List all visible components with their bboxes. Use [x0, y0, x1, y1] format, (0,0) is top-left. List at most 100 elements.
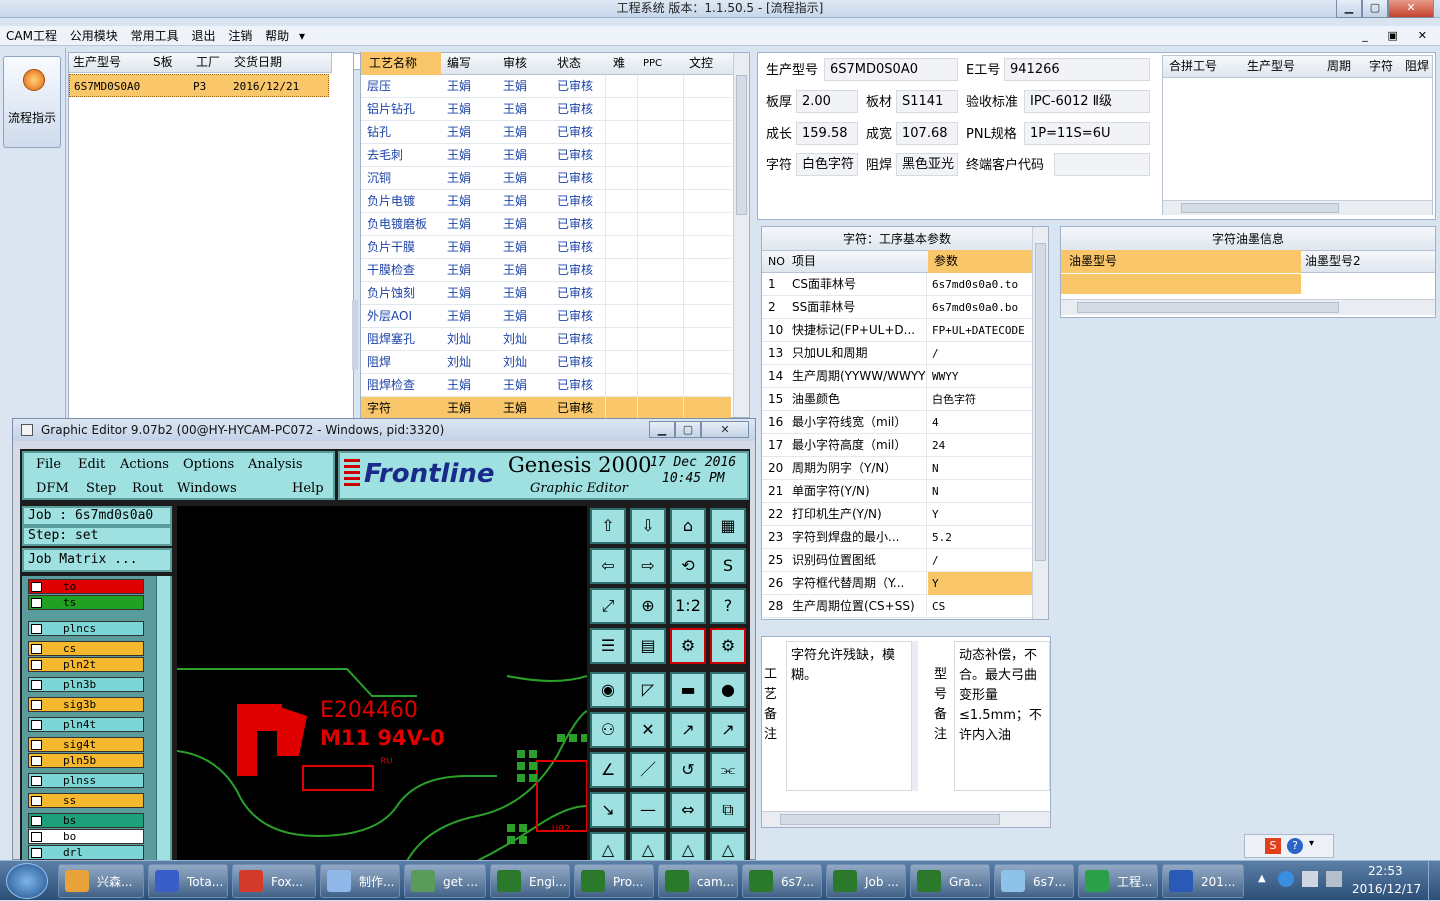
- menu-overflow-arrow[interactable]: ▾: [296, 26, 308, 46]
- layer-checkbox[interactable]: [31, 582, 42, 592]
- maximize-button[interactable]: ▢: [1362, 0, 1388, 18]
- taskbar-item[interactable]: Fox...: [232, 864, 316, 898]
- table-row[interactable]: 外层AOI 王娟 王娟 已审核: [361, 305, 731, 328]
- taskbar-item[interactable]: 6s7...: [994, 864, 1074, 898]
- orders-col-factory[interactable]: 工厂: [196, 51, 220, 74]
- layer-checkbox[interactable]: [31, 680, 42, 690]
- layer-checkbox[interactable]: [31, 848, 42, 858]
- tool-button[interactable]: ⤢: [590, 588, 626, 624]
- notes-hscroll[interactable]: [762, 811, 1050, 827]
- table-row[interactable]: 阻焊检查 王娟 王娟 已审核: [361, 374, 731, 397]
- orders-col-delivery[interactable]: 交货日期: [234, 51, 282, 74]
- tool-button[interactable]: ⊕: [630, 588, 666, 624]
- layer-row[interactable]: to: [28, 579, 144, 594]
- merge-col-model[interactable]: 生产型号: [1247, 55, 1295, 78]
- process-col-status[interactable]: 状态: [557, 52, 581, 75]
- table-row[interactable]: 铝片钻孔 王娟 王娟 已审核: [361, 98, 731, 121]
- layer-row[interactable]: pln4t: [28, 717, 144, 732]
- table-row[interactable]: 10 快捷标记(FP+UL+D... FP+UL+DATECODE: [762, 319, 1032, 342]
- chevron-down-icon[interactable]: ▾: [1309, 838, 1314, 849]
- taskbar-item[interactable]: 201...: [1162, 864, 1244, 898]
- mdi-close-button[interactable]: ✕: [1415, 26, 1430, 46]
- layer-row[interactable]: ss: [28, 793, 144, 808]
- taskbar-item[interactable]: Gra...: [910, 864, 990, 898]
- table-row[interactable]: 负片干膜 王娟 王娟 已审核: [361, 236, 731, 259]
- layer-row[interactable]: drl: [28, 845, 144, 860]
- layer-row[interactable]: cs: [28, 641, 144, 656]
- show-desktop-button[interactable]: [1428, 861, 1440, 901]
- taskbar-item[interactable]: Job ...: [826, 864, 906, 898]
- tool-button[interactable]: △: [590, 832, 626, 861]
- layer-checkbox[interactable]: [31, 644, 42, 654]
- tool-button[interactable]: ☰: [590, 628, 626, 664]
- model-note-text[interactable]: 动态补偿，不合。最大弓曲变形量≤1.5mm；不许内入油: [954, 641, 1050, 791]
- table-row[interactable]: 6S7MD0S0A0 P3 2016/12/21: [69, 74, 329, 97]
- tool-button[interactable]: S: [710, 548, 746, 584]
- menu-tools[interactable]: 常用工具: [128, 26, 182, 46]
- process-col-reviewer[interactable]: 审核: [503, 52, 527, 75]
- ge-menu-dfm[interactable]: DFM: [36, 481, 69, 496]
- table-row[interactable]: 22 打印机生产(Y/N) Y: [762, 503, 1032, 526]
- tool-button[interactable]: ⇔: [670, 792, 706, 828]
- taskbar-item[interactable]: Engi...: [490, 864, 570, 898]
- table-row[interactable]: 20 周期为阴字（Y/N） N: [762, 457, 1032, 480]
- layer-checkbox[interactable]: [31, 598, 42, 608]
- table-row[interactable]: 1 CS面菲林号 6s7md0s0a0.to: [762, 273, 1032, 296]
- layer-row[interactable]: pln5b: [28, 753, 144, 768]
- merge-hscroll-thumb[interactable]: [1181, 203, 1339, 213]
- ge-menu-step[interactable]: Step: [86, 481, 116, 496]
- layer-row[interactable]: pln2t: [28, 657, 144, 672]
- layer-row[interactable]: ts: [28, 595, 144, 610]
- tool-button[interactable]: ✕: [630, 712, 666, 748]
- menu-help[interactable]: 帮助: [262, 26, 292, 46]
- menu-cam[interactable]: CAM工程: [3, 26, 60, 46]
- table-row[interactable]: 23 字符到焊盘的最小... 5.2: [762, 526, 1032, 549]
- ge-menu-actions[interactable]: Actions: [120, 457, 169, 472]
- tool-button[interactable]: ∠: [590, 752, 626, 788]
- tool-button[interactable]: ▤: [630, 628, 666, 664]
- ink-hscroll-thumb[interactable]: [1077, 302, 1339, 313]
- tool-button[interactable]: ↘: [590, 792, 626, 828]
- tool-button[interactable]: ◸: [630, 672, 666, 708]
- ink-row[interactable]: [1061, 274, 1301, 294]
- tool-button[interactable]: ⇩: [630, 508, 666, 544]
- clock-time[interactable]: 22:53: [1368, 864, 1403, 878]
- tool-button[interactable]: ▬: [670, 672, 706, 708]
- process-col-ppc[interactable]: PPC: [643, 52, 662, 75]
- tool-button[interactable]: ⌂: [670, 508, 706, 544]
- layer-checkbox[interactable]: [31, 700, 42, 710]
- menu-logout[interactable]: 注销: [225, 26, 255, 46]
- menu-exit[interactable]: 退出: [188, 26, 218, 46]
- layer-scrollbar[interactable]: [156, 576, 170, 861]
- ink-col-type2[interactable]: 油墨型号2: [1305, 250, 1361, 273]
- table-row[interactable]: 28 生产周期位置(CS+SS) CS: [762, 595, 1032, 618]
- table-row[interactable]: 字符 王娟 王娟 已审核: [361, 397, 731, 420]
- layer-checkbox[interactable]: [31, 624, 42, 634]
- splitter-handle[interactable]: [352, 300, 358, 370]
- tool-button[interactable]: △: [710, 832, 746, 861]
- close-button[interactable]: ✕: [1388, 0, 1434, 18]
- tool-button[interactable]: ⚙: [670, 628, 706, 664]
- layer-checkbox[interactable]: [31, 660, 42, 670]
- ge-menu-rout[interactable]: Rout: [132, 481, 163, 496]
- orders-col-model[interactable]: 生产型号: [73, 51, 121, 74]
- tool-button[interactable]: ⇨: [630, 548, 666, 584]
- tool-button[interactable]: ◉: [590, 672, 626, 708]
- tool-button[interactable]: —: [630, 792, 666, 828]
- clock-date[interactable]: 2016/12/17: [1352, 882, 1421, 896]
- ink-col-type[interactable]: 油墨型号: [1061, 250, 1301, 273]
- layer-row[interactable]: sig3b: [28, 697, 144, 712]
- mdi-minimize-button[interactable]: _: [1359, 26, 1371, 46]
- process-scroll-thumb[interactable]: [736, 75, 747, 215]
- layer-checkbox[interactable]: [31, 776, 42, 786]
- params-col-value[interactable]: 参数: [928, 250, 1032, 273]
- minimize-button[interactable]: ▁: [1336, 0, 1362, 18]
- table-row[interactable]: 沉铜 王娟 王娟 已审核: [361, 167, 731, 190]
- layer-checkbox[interactable]: [31, 816, 42, 826]
- merge-col-mask[interactable]: 阻焊: [1405, 55, 1429, 78]
- pcb-canvas[interactable]: E204460 M11 94V-0 ᴿᵁ U82: [177, 506, 587, 861]
- tool-button[interactable]: ⇦: [590, 548, 626, 584]
- ge-menu-file[interactable]: File: [36, 457, 61, 472]
- ge-menu-help[interactable]: Help: [292, 481, 324, 496]
- process-col-name[interactable]: 工艺名称: [361, 52, 441, 75]
